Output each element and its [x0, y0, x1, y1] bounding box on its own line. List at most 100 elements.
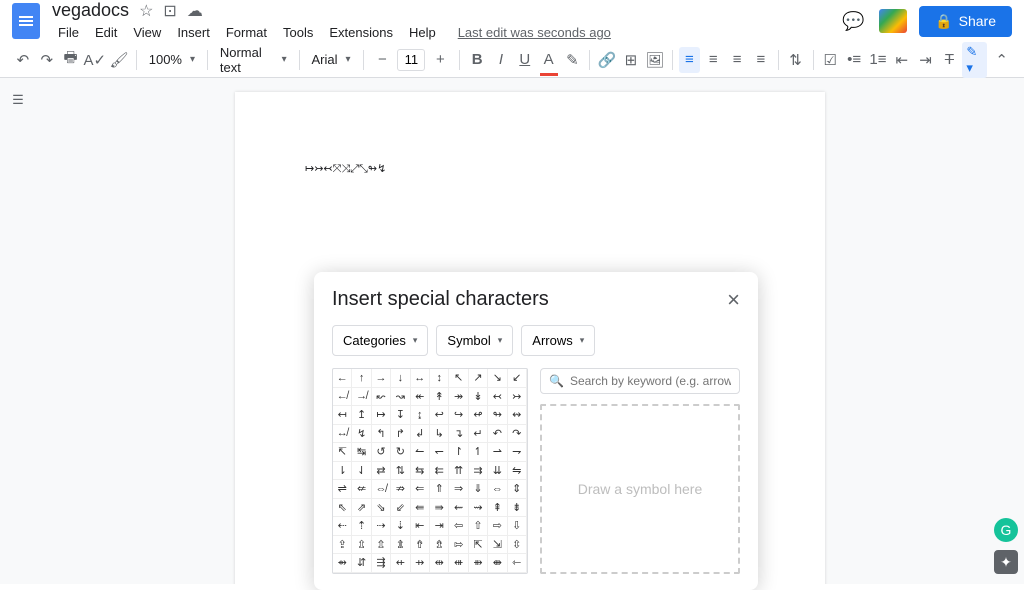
char-cell[interactable]: ⇚	[411, 499, 430, 518]
style-select[interactable]: Normal text	[214, 42, 293, 78]
underline-icon[interactable]: U	[514, 47, 536, 73]
char-cell[interactable]: ⇹	[430, 554, 449, 573]
char-cell[interactable]: ↠	[449, 388, 468, 407]
char-cell[interactable]: ⇊	[488, 462, 507, 481]
char-cell[interactable]: ⇪	[333, 536, 352, 555]
redo-icon[interactable]: ↷	[36, 47, 58, 73]
char-cell[interactable]: ↢	[488, 388, 507, 407]
char-cell[interactable]: ⇀	[488, 443, 507, 462]
link-icon[interactable]: 🔗	[596, 47, 618, 73]
char-cell[interactable]: ⇤	[411, 517, 430, 536]
char-cell[interactable]: ⇠	[333, 517, 352, 536]
char-cell[interactable]: ⇍	[352, 480, 371, 499]
char-cell[interactable]: ↫	[469, 406, 488, 425]
numbered-list-icon[interactable]: 1≡	[867, 47, 889, 73]
char-cell[interactable]: ←	[333, 369, 352, 388]
char-cell[interactable]: ⇎	[372, 480, 391, 499]
menu-format[interactable]: Format	[220, 23, 273, 42]
char-cell[interactable]: ⇜	[449, 499, 468, 518]
char-cell[interactable]: ↶	[488, 425, 507, 444]
char-cell[interactable]: ↑	[352, 369, 371, 388]
close-icon[interactable]: ×	[727, 289, 740, 311]
char-cell[interactable]: ⇞	[488, 499, 507, 518]
image-icon[interactable]: 🖼	[644, 47, 666, 73]
document-text[interactable]: ↦↣↢⤧⤨⤢⤡↬↯	[305, 162, 755, 176]
bullet-list-icon[interactable]: •≡	[843, 47, 865, 73]
outline-toggle-icon[interactable]: ☰	[0, 78, 36, 584]
indent-increase-icon[interactable]: ⇥	[915, 47, 937, 73]
char-cell[interactable]: ↝	[391, 388, 410, 407]
char-cell[interactable]: ↖	[449, 369, 468, 388]
char-cell[interactable]: ⇕	[508, 480, 527, 499]
char-cell[interactable]: ⇫	[352, 536, 371, 555]
char-cell[interactable]: ⇑	[430, 480, 449, 499]
explore-icon[interactable]: ✦	[994, 550, 1018, 574]
char-cell[interactable]: ⇒	[449, 480, 468, 499]
menu-view[interactable]: View	[127, 23, 167, 42]
char-cell[interactable]: ⇙	[391, 499, 410, 518]
char-cell[interactable]: ⇦	[449, 517, 468, 536]
share-button[interactable]: 🔒 Share	[919, 6, 1012, 37]
char-cell[interactable]: ⇐	[411, 480, 430, 499]
font-select[interactable]: Arial	[305, 49, 356, 70]
star-icon[interactable]: ☆	[139, 1, 153, 21]
font-size-plus-icon[interactable]: +	[427, 47, 453, 73]
editing-mode-button[interactable]: ✎ ▾	[962, 42, 987, 78]
char-cell[interactable]: →	[372, 369, 391, 388]
char-cell[interactable]: ↥	[352, 406, 371, 425]
char-cell[interactable]: ↨	[411, 406, 430, 425]
char-cell[interactable]: ↾	[449, 443, 468, 462]
menu-tools[interactable]: Tools	[277, 23, 319, 42]
char-cell[interactable]: ↼	[411, 443, 430, 462]
checklist-icon[interactable]: ☑	[819, 47, 841, 73]
char-cell[interactable]: ↩	[430, 406, 449, 425]
char-cell[interactable]: ↗	[469, 369, 488, 388]
char-cell[interactable]: ↿	[469, 443, 488, 462]
char-cell[interactable]: ⇣	[391, 517, 410, 536]
menu-edit[interactable]: Edit	[89, 23, 123, 42]
clear-format-icon[interactable]: T	[938, 47, 960, 73]
cloud-icon[interactable]: ☁	[187, 1, 203, 21]
char-cell[interactable]: ↡	[469, 388, 488, 407]
char-cell[interactable]: ↵	[469, 425, 488, 444]
menu-extensions[interactable]: Extensions	[323, 23, 399, 42]
font-size-input[interactable]	[397, 49, 425, 71]
char-cell[interactable]: ⇇	[430, 462, 449, 481]
char-cell[interactable]: ⇈	[449, 462, 468, 481]
char-cell[interactable]: ↜	[372, 388, 391, 407]
char-cell[interactable]: ↱	[391, 425, 410, 444]
char-cell[interactable]: ↙	[508, 369, 527, 388]
char-cell[interactable]: ↚	[333, 388, 352, 407]
char-cell[interactable]: ↲	[411, 425, 430, 444]
char-cell[interactable]: ⇌	[333, 480, 352, 499]
doc-title[interactable]: vegadocs	[52, 0, 129, 21]
docs-logo-icon[interactable]	[12, 3, 40, 39]
comments-icon[interactable]: 💬	[839, 7, 867, 35]
char-cell[interactable]: ⇭	[391, 536, 410, 555]
char-cell[interactable]: ⇡	[352, 517, 371, 536]
char-cell[interactable]: ⇖	[333, 499, 352, 518]
char-cell[interactable]: ⇳	[508, 536, 527, 555]
char-cell[interactable]: ⇛	[430, 499, 449, 518]
char-cell[interactable]: ⇂	[333, 462, 352, 481]
char-cell[interactable]: ↳	[430, 425, 449, 444]
zoom-select[interactable]: 100%	[143, 49, 201, 70]
char-cell[interactable]: ⇸	[411, 554, 430, 573]
menu-insert[interactable]: Insert	[171, 23, 216, 42]
search-box[interactable]: 🔍	[540, 368, 740, 394]
char-cell[interactable]: ⇏	[391, 480, 410, 499]
char-cell[interactable]: ↟	[430, 388, 449, 407]
char-cell[interactable]: ⇁	[508, 443, 527, 462]
char-cell[interactable]: ⇄	[372, 462, 391, 481]
arrows-filter[interactable]: Arrows	[521, 325, 595, 356]
char-cell[interactable]: ⇼	[488, 554, 507, 573]
char-cell[interactable]: ↣	[508, 388, 527, 407]
paint-format-icon[interactable]: 🖌	[108, 47, 130, 73]
char-cell[interactable]: ↯	[352, 425, 371, 444]
categories-filter[interactable]: Categories	[332, 325, 428, 356]
char-cell[interactable]: ⇝	[469, 499, 488, 518]
draw-area[interactable]: Draw a symbol here	[540, 404, 740, 574]
char-cell[interactable]: ⇉	[469, 462, 488, 481]
char-cell[interactable]: ⇬	[372, 536, 391, 555]
highlight-icon[interactable]: ✎	[562, 47, 584, 73]
